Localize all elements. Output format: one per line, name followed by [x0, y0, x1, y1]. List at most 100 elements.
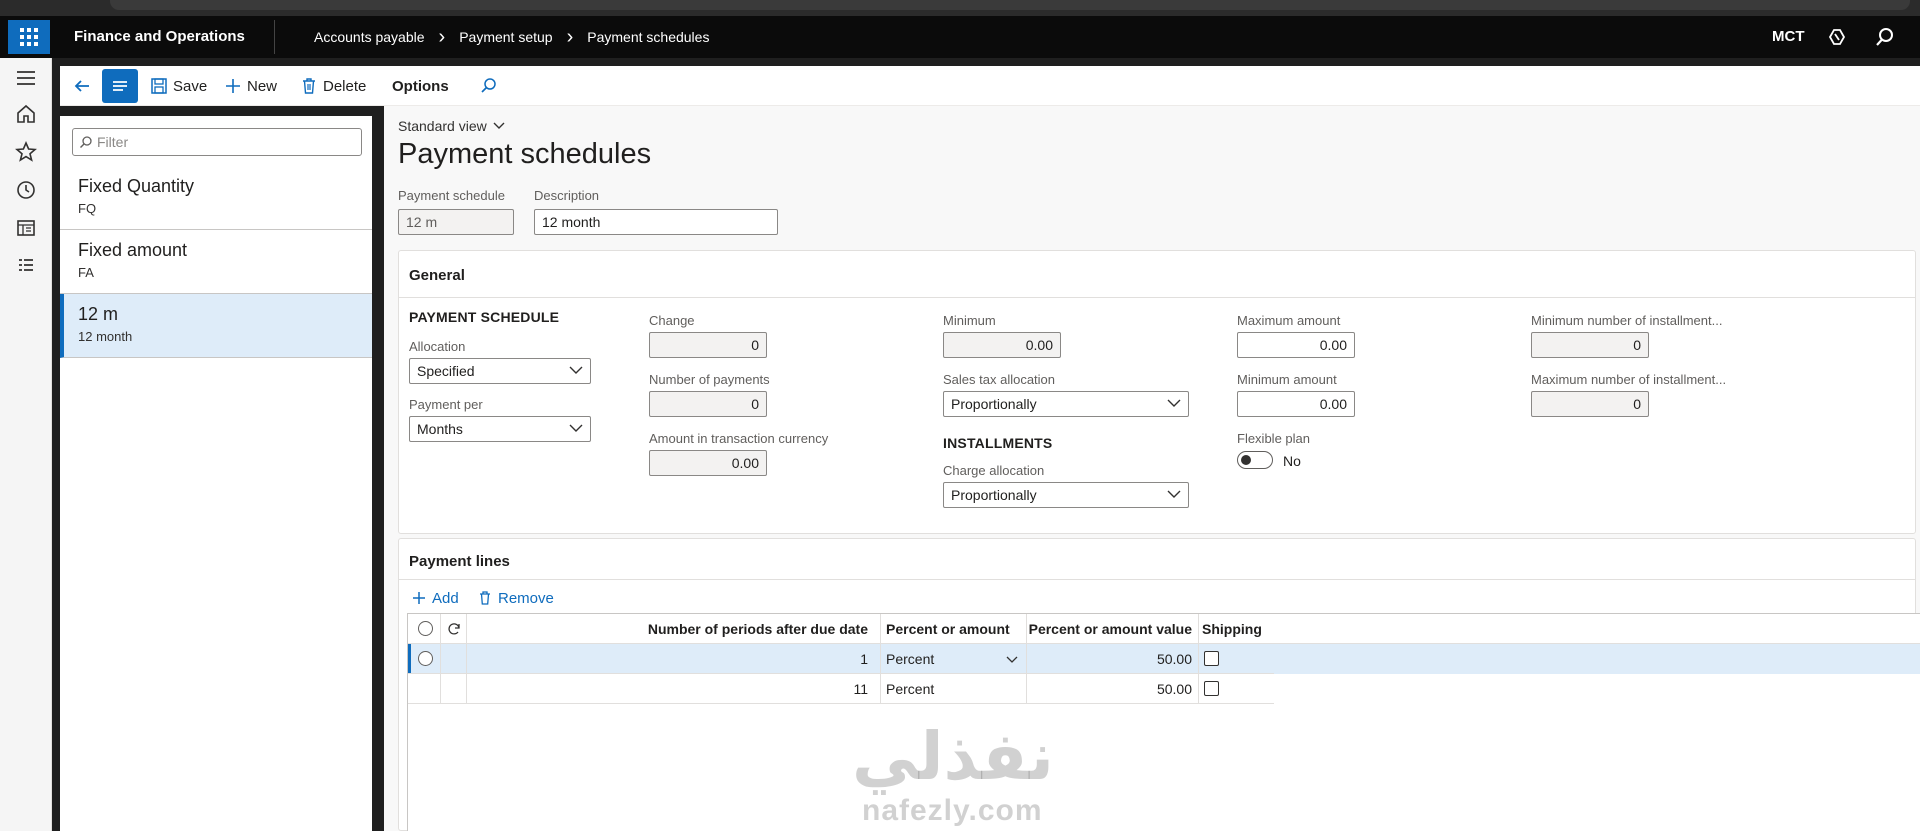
action-pane: Save New Delete Options — [60, 66, 1920, 106]
sales-tax-allocation-label: Sales tax allocation — [943, 372, 1056, 387]
list-item-selected[interactable]: 12 m 12 month — [60, 294, 372, 358]
description-label: Description — [534, 188, 600, 203]
new-button[interactable]: New — [224, 66, 277, 106]
cell-percent-or-amount[interactable]: Percent — [880, 674, 1026, 704]
workspaces-icon[interactable] — [14, 216, 38, 240]
save-button[interactable]: Save — [150, 66, 207, 106]
row-select-radio[interactable] — [418, 651, 433, 666]
list-item-name: Fixed amount — [78, 240, 188, 260]
change-field[interactable]: 0 — [649, 332, 767, 358]
save-icon — [151, 78, 167, 94]
cell-periods[interactable]: 1 — [474, 644, 874, 674]
search-icon — [80, 136, 92, 148]
breadcrumb-payment-setup[interactable]: Payment setup — [459, 16, 552, 58]
number-of-payments-field[interactable]: 0 — [649, 391, 767, 417]
cell-percent-or-amount-value[interactable]: 50.00 — [1026, 674, 1198, 704]
column-divider — [466, 614, 467, 704]
column-header-percent-or-amount-value[interactable]: Percent or amount value — [1026, 614, 1198, 644]
page-title: Payment schedules — [398, 138, 652, 170]
installments-heading: INSTALLMENTS — [943, 435, 1053, 451]
add-line-button[interactable]: Add — [411, 587, 459, 609]
flexible-plan-toggle[interactable] — [1237, 451, 1273, 469]
maximum-installments-field[interactable]: 0 — [1531, 391, 1649, 417]
delete-button[interactable]: Delete — [300, 66, 366, 106]
watermark-latin: nafezly.com — [862, 794, 1043, 827]
search-icon[interactable] — [480, 77, 498, 95]
remove-line-button[interactable]: Remove — [477, 587, 554, 609]
list-item[interactable]: Fixed Quantity FQ — [60, 166, 372, 230]
hamburger-menu-icon[interactable] — [14, 66, 38, 90]
payment-per-value: Months — [417, 421, 463, 437]
sales-tax-allocation-value: Proportionally — [951, 396, 1037, 412]
divider — [399, 579, 1915, 580]
payment-per-dropdown[interactable]: Months — [409, 416, 591, 442]
chevron-down-icon — [569, 424, 583, 432]
shipping-checkbox[interactable] — [1204, 681, 1219, 696]
navigation-rail — [0, 58, 52, 831]
column-divider — [1198, 614, 1199, 704]
column-header-percent-or-amount[interactable]: Percent or amount — [880, 614, 1026, 644]
payment-lines-title[interactable]: Payment lines — [409, 553, 510, 570]
options-button[interactable]: Options — [392, 66, 449, 106]
filter-input[interactable]: Filter — [72, 128, 362, 156]
description-field[interactable]: 12 month — [534, 209, 778, 235]
list-view-toggle-button[interactable] — [102, 69, 138, 103]
cell-periods[interactable]: 11 — [474, 674, 874, 704]
general-title[interactable]: General — [409, 267, 465, 284]
chevron-down-icon — [493, 122, 505, 129]
flexible-plan-value: No — [1283, 453, 1301, 469]
minimum-amount-field[interactable]: 0.00 — [1237, 391, 1355, 417]
filter-placeholder: Filter — [97, 134, 129, 150]
column-header-shipping[interactable]: Shipping — [1198, 614, 1288, 644]
allocation-dropdown[interactable]: Specified — [409, 358, 591, 384]
trash-icon — [480, 591, 490, 605]
list-item-code: 12 month — [78, 329, 133, 344]
allocation-label: Allocation — [409, 339, 466, 354]
trash-icon — [303, 78, 315, 94]
minimum-installments-field[interactable]: 0 — [1531, 332, 1649, 358]
select-all-radio[interactable] — [418, 621, 433, 636]
maximum-amount-field[interactable]: 0.00 — [1237, 332, 1355, 358]
amount-in-transaction-currency-field[interactable]: 0.00 — [649, 450, 767, 476]
view-selector[interactable]: Standard view — [398, 118, 505, 134]
company-picker[interactable]: MCT — [1772, 16, 1805, 58]
cell-percent-or-amount-value[interactable]: 50.00 — [1026, 644, 1198, 674]
favorites-star-icon[interactable] — [14, 140, 38, 164]
app-title[interactable]: Finance and Operations — [74, 16, 245, 58]
column-header-periods[interactable]: Number of periods after due date — [474, 614, 874, 644]
divider — [274, 20, 275, 54]
minimum-field[interactable]: 0.00 — [943, 332, 1061, 358]
shipping-checkbox[interactable] — [1204, 651, 1219, 666]
plus-icon — [226, 79, 240, 93]
list-item-code: FQ — [78, 201, 97, 216]
refresh-icon[interactable] — [446, 621, 462, 637]
divider — [399, 297, 1915, 298]
payment-schedule-heading: PAYMENT SCHEDULE — [409, 309, 560, 325]
browser-chrome — [0, 0, 1920, 16]
breadcrumb-accounts-payable[interactable]: Accounts payable — [314, 16, 425, 58]
payment-lines-grid: Number of periods after due date Percent… — [407, 613, 1920, 831]
watermark-arabic: نفذلي — [852, 719, 1054, 793]
flexible-plan-label: Flexible plan — [1237, 431, 1310, 446]
minimum-amount-label: Minimum amount — [1237, 372, 1337, 387]
chevron-down-icon[interactable] — [1006, 656, 1018, 664]
app-launcher-icon[interactable] — [8, 20, 50, 54]
breadcrumb-payment-schedules[interactable]: Payment schedules — [587, 16, 709, 58]
search-icon[interactable] — [1874, 26, 1896, 48]
breadcrumb: Accounts payable › Payment setup › Payme… — [314, 16, 709, 58]
list-item[interactable]: Fixed amount FA — [60, 230, 372, 294]
column-divider — [440, 614, 441, 704]
modules-list-icon[interactable] — [14, 254, 38, 278]
list-item-name: 12 m — [78, 304, 119, 324]
recent-clock-icon[interactable] — [14, 178, 38, 202]
copilot-icon[interactable] — [1826, 26, 1848, 48]
chevron-right-icon: › — [566, 26, 574, 48]
top-bar: Finance and Operations Accounts payable … — [0, 16, 1920, 58]
back-button[interactable] — [72, 66, 92, 106]
home-icon[interactable] — [14, 102, 38, 126]
cell-percent-or-amount[interactable]: Percent — [880, 644, 1026, 674]
sales-tax-allocation-dropdown[interactable]: Proportionally — [943, 391, 1189, 417]
general-fasttab: General PAYMENT SCHEDULE Allocation Spec… — [398, 250, 1916, 534]
payment-schedule-field[interactable]: 12 m — [398, 209, 514, 235]
charge-allocation-dropdown[interactable]: Proportionally — [943, 482, 1189, 508]
